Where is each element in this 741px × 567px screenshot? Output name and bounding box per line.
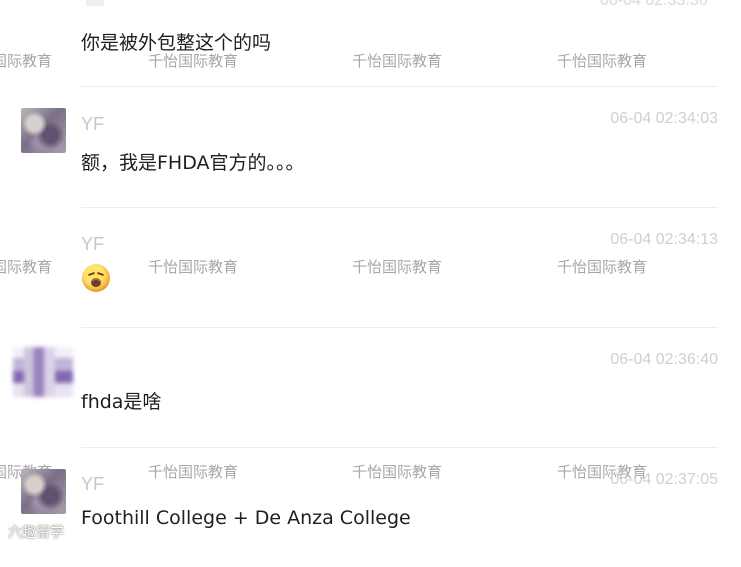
emoji-eye xyxy=(87,271,96,277)
message-text: 你是被外包整这个的吗 xyxy=(81,32,272,54)
message-2: YF 06-04 02:34:03 额，我是FHDA官方的。。。 xyxy=(0,86,741,206)
message-text: 额，我是FHDA官方的。。。 xyxy=(81,152,305,174)
emoji-eye xyxy=(96,271,105,277)
site-watermark-logo: 六趣留学 xyxy=(8,525,64,541)
sender-name: YF xyxy=(81,234,105,254)
avatar[interactable] xyxy=(21,108,66,153)
sender-name: YF xyxy=(81,474,105,494)
avatar[interactable] xyxy=(13,347,73,397)
message-4: 06-04 02:36:40 fhda是啥 xyxy=(0,327,741,447)
sweating-face-emoji xyxy=(82,264,110,292)
message-timestamp: 06-04 02:36:40 xyxy=(610,351,718,368)
message-text: Foothill College + De Anza College xyxy=(81,507,411,529)
message-3: YF 06-04 02:34:13 xyxy=(0,207,741,327)
chat-log: 06-04 02:33:36 你是被外包整这个的吗 国际教育 千怡国际教育 千怡… xyxy=(0,0,741,548)
sender-name: YF xyxy=(81,114,105,134)
message-timestamp: 06-04 02:34:13 xyxy=(610,231,718,248)
message-text: fhda是啥 xyxy=(81,391,162,413)
message-timestamp: 06-04 02:34:03 xyxy=(610,110,718,127)
message-timestamp: 06-04 02:37:05 xyxy=(610,471,718,488)
avatar[interactable] xyxy=(21,469,66,514)
message-5: YF 06-04 02:37:05 Foothill College + De … xyxy=(0,447,741,567)
emoji-mouth xyxy=(91,278,101,287)
